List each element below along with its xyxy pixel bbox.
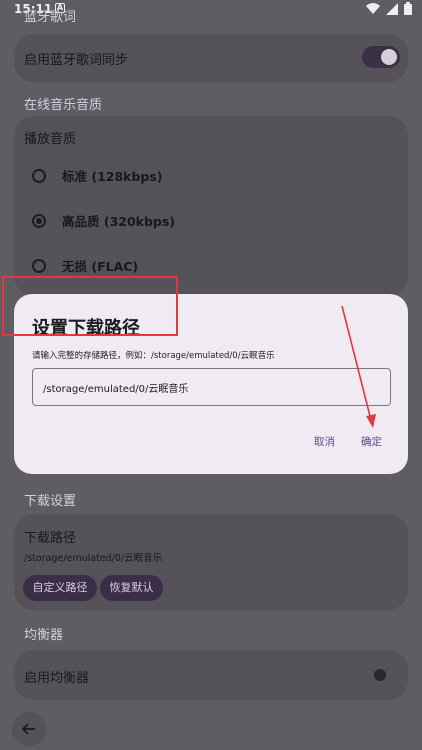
annotation-arrow-icon <box>341 305 376 428</box>
